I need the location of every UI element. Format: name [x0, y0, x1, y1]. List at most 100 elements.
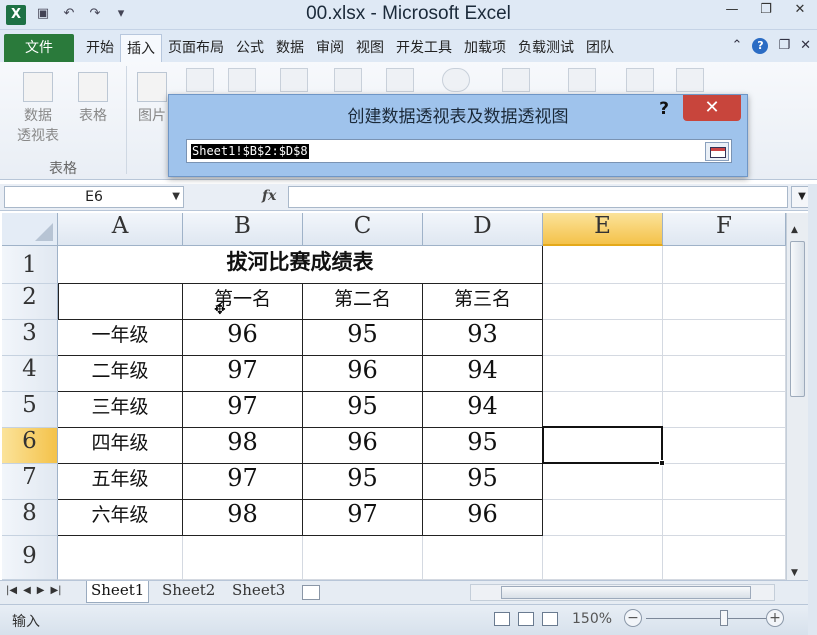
name-box[interactable]: E6 ▼ [4, 186, 184, 208]
sheet-tab-3[interactable]: Sheet3 [228, 581, 289, 603]
fill-handle[interactable] [659, 460, 665, 466]
cell-a6[interactable]: 四年级 [58, 428, 183, 464]
table-button[interactable]: 表格 [70, 72, 116, 126]
cell-a8[interactable]: 六年级 [58, 500, 183, 536]
cell-f5[interactable] [663, 392, 786, 428]
cell-b3[interactable]: 96 [183, 320, 303, 356]
zoom-level[interactable]: 150% [572, 611, 612, 627]
row-header-8[interactable]: 8 [2, 500, 58, 536]
row-header-7[interactable]: 7 [2, 464, 58, 500]
zoom-out-icon[interactable]: − [624, 609, 642, 627]
cell-c2[interactable]: 第二名 [303, 284, 423, 320]
scroll-down-icon[interactable]: ▼ [791, 568, 798, 578]
header-footer-icon[interactable] [568, 68, 596, 92]
select-all-corner[interactable] [2, 213, 58, 246]
cell-c8[interactable]: 97 [303, 500, 423, 536]
cell-b2[interactable]: 第一名 [183, 284, 303, 320]
normal-view-icon[interactable] [494, 612, 510, 626]
column-header-d[interactable]: D [423, 213, 543, 246]
tab-view[interactable]: 视图 [350, 34, 390, 62]
cell-c4[interactable]: 96 [303, 356, 423, 392]
cell-e1[interactable] [543, 246, 663, 284]
prev-sheet-icon[interactable]: ◀ [23, 585, 31, 596]
column-header-e[interactable]: E [543, 213, 663, 246]
insert-sheet-icon[interactable] [302, 585, 320, 600]
cell-f6[interactable] [663, 428, 786, 464]
cell-f7[interactable] [663, 464, 786, 500]
expand-dialog-icon[interactable] [705, 142, 729, 161]
insert-function-icon[interactable]: fx [262, 188, 276, 204]
page-layout-view-icon[interactable] [518, 612, 534, 626]
minimize-icon[interactable]: — [715, 0, 749, 22]
cell-c7[interactable]: 95 [303, 464, 423, 500]
column-header-b[interactable]: B [183, 213, 303, 246]
minimize-ribbon-icon[interactable]: ⌃ [732, 38, 743, 54]
cell-b4[interactable]: 97 [183, 356, 303, 392]
cell-e7[interactable] [543, 464, 663, 500]
column-header-f[interactable]: F [663, 213, 786, 246]
cell-e3[interactable] [543, 320, 663, 356]
cell-b9[interactable] [183, 536, 303, 580]
column-header-c[interactable]: C [303, 213, 423, 246]
cell-a5[interactable]: 三年级 [58, 392, 183, 428]
row-header-9[interactable]: 9 [2, 536, 58, 580]
cell-a9[interactable] [58, 536, 183, 580]
tab-insert[interactable]: 插入 [120, 34, 162, 62]
wordart-icon[interactable] [626, 68, 654, 92]
page-break-view-icon[interactable] [542, 612, 558, 626]
row-header-6[interactable]: 6 [2, 428, 58, 464]
cell-f9[interactable] [663, 536, 786, 580]
picture-button[interactable]: 图片 [132, 72, 172, 126]
tab-addins[interactable]: 加载项 [458, 34, 512, 62]
column-header-a[interactable]: A [58, 213, 183, 246]
zoom-in-icon[interactable]: + [766, 609, 784, 627]
cell-b8[interactable]: 98 [183, 500, 303, 536]
line-chart-icon[interactable] [334, 68, 362, 92]
cell-c3[interactable]: 95 [303, 320, 423, 356]
cell-a7[interactable]: 五年级 [58, 464, 183, 500]
zoom-slider-track[interactable] [646, 618, 766, 619]
tab-home[interactable]: 开始 [80, 34, 120, 62]
chevron-down-icon[interactable]: ▼ [172, 187, 180, 207]
cell-d2[interactable]: 第三名 [423, 284, 543, 320]
vertical-scroll-thumb[interactable] [790, 241, 805, 397]
pivot-table-button[interactable]: 数据 透视表 [10, 72, 66, 146]
dialog-help-icon[interactable]: ? [659, 99, 669, 119]
dialog-close-button[interactable]: ✕ [683, 95, 741, 121]
cell-e2[interactable] [543, 284, 663, 320]
cell-a4[interactable]: 二年级 [58, 356, 183, 392]
tab-team[interactable]: 团队 [580, 34, 620, 62]
tab-file[interactable]: 文件 [4, 34, 74, 62]
cell-c9[interactable] [303, 536, 423, 580]
restore-icon[interactable]: ❐ [749, 0, 783, 22]
tab-formulas[interactable]: 公式 [230, 34, 270, 62]
row-header-1[interactable]: 1 [2, 246, 58, 284]
cell-d9[interactable] [423, 536, 543, 580]
cell-d6[interactable]: 95 [423, 428, 543, 464]
horizontal-scrollbar[interactable] [470, 584, 775, 601]
row-header-2[interactable]: 2 [2, 284, 58, 320]
cell-f4[interactable] [663, 356, 786, 392]
hyperlink-icon[interactable] [442, 68, 470, 92]
table-title-cell[interactable]: 拔河比赛成绩表 [58, 246, 543, 284]
clipart-icon[interactable] [186, 68, 214, 92]
scroll-up-icon[interactable]: ▲ [791, 225, 798, 235]
active-cell-e6[interactable] [542, 426, 663, 464]
tab-data[interactable]: 数据 [270, 34, 310, 62]
textbox-icon[interactable] [502, 68, 530, 92]
cell-c5[interactable]: 95 [303, 392, 423, 428]
cell-b7[interactable]: 97 [183, 464, 303, 500]
cell-d5[interactable]: 94 [423, 392, 543, 428]
column-chart-icon[interactable] [280, 68, 308, 92]
close-workbook-icon[interactable]: ✕ [800, 38, 811, 54]
cell-e8[interactable] [543, 500, 663, 536]
vertical-scrollbar[interactable]: ▲ ▼ [786, 213, 808, 580]
cell-b6[interactable]: 98 [183, 428, 303, 464]
row-header-3[interactable]: 3 [2, 320, 58, 356]
formula-input[interactable] [288, 186, 788, 208]
horizontal-scroll-thumb[interactable] [501, 586, 751, 599]
help-icon[interactable]: ? [752, 38, 769, 54]
close-window-icon[interactable]: ✕ [783, 0, 817, 22]
sheet-tab-2[interactable]: Sheet2 [158, 581, 219, 603]
first-sheet-icon[interactable]: |◀ [6, 585, 17, 596]
